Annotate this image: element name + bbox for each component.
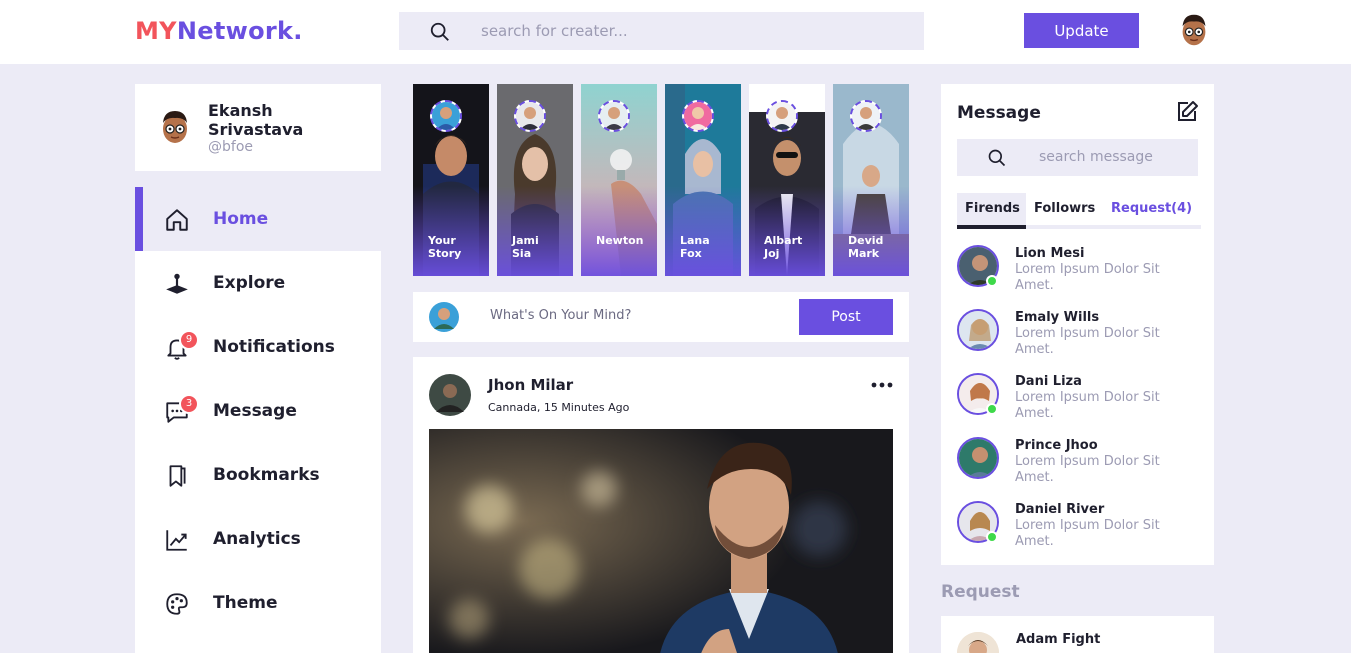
- tab-followers[interactable]: Followrs: [1034, 193, 1095, 229]
- sidebar-item-message[interactable]: 3 Message: [135, 379, 381, 443]
- contact-item[interactable]: Lion Mesi Lorem Ipsum Dolor Sit Amet.: [957, 245, 1197, 301]
- request-card[interactable]: Adam Fight: [941, 616, 1214, 653]
- profile-avatar: [156, 108, 194, 146]
- contact-name: Prince Jhoo: [1015, 438, 1098, 453]
- story-avatar: [430, 100, 462, 132]
- contact-preview: Lorem Ipsum Dolor Sit Amet.: [1015, 454, 1160, 485]
- story-label: Your Story: [428, 234, 462, 260]
- sidebar-item-analytics[interactable]: Analytics: [135, 507, 381, 571]
- contact-item[interactable]: Dani Liza Lorem Ipsum Dolor Sit Amet.: [957, 373, 1197, 429]
- story-label: Newton: [596, 234, 644, 247]
- post-author-name[interactable]: Jhon Milar: [488, 376, 573, 394]
- profile-name: Ekansh Srivastava: [208, 101, 304, 139]
- contact-item[interactable]: Emaly Wills Lorem Ipsum Dolor Sit Amet.: [957, 309, 1197, 365]
- search-icon[interactable]: [429, 21, 451, 43]
- sidebar-item-label: Bookmarks: [213, 465, 320, 485]
- palette-icon: [166, 593, 188, 615]
- creator-search-input[interactable]: [481, 21, 881, 41]
- joystick-icon: [166, 273, 188, 294]
- user-avatar[interactable]: [1175, 11, 1213, 49]
- chart-line-icon: [166, 530, 187, 551]
- creator-search-bar: [399, 12, 924, 50]
- story-card[interactable]: Devid Mark: [833, 84, 909, 276]
- story-label: Jami Sia: [512, 234, 539, 260]
- notification-count-badge: 9: [179, 330, 199, 350]
- messages-title: Message: [957, 103, 1041, 123]
- sidebar-item-label: Message: [213, 401, 297, 421]
- composer-input[interactable]: [490, 308, 790, 323]
- edit-icon[interactable]: [1175, 100, 1199, 124]
- home-icon: [166, 209, 188, 231]
- sidebar-item-label: Home: [213, 209, 269, 229]
- contact-preview: Lorem Ipsum Dolor Sit Amet.: [1015, 390, 1160, 421]
- story-card[interactable]: Lana Fox: [665, 84, 741, 276]
- online-indicator: [986, 275, 998, 287]
- search-icon[interactable]: [987, 148, 1007, 168]
- story-card[interactable]: Newton: [581, 84, 657, 276]
- contact-item[interactable]: Prince Jhoo Lorem Ipsum Dolor Sit Amet.: [957, 437, 1197, 493]
- top-navbar: MYNetwork. Update: [0, 0, 1351, 64]
- tab-requests[interactable]: Request(4): [1111, 193, 1192, 229]
- contact-preview: Lorem Ipsum Dolor Sit Amet.: [1015, 262, 1160, 293]
- story-card[interactable]: Albart Joj: [749, 84, 825, 276]
- sidebar-item-label: Notifications: [213, 337, 335, 357]
- story-label: Lana Fox: [680, 234, 710, 260]
- sidebar-item-bookmarks[interactable]: Bookmarks: [135, 443, 381, 507]
- message-search-input[interactable]: [1039, 149, 1189, 165]
- story-avatar: [514, 100, 546, 132]
- request-avatar: [957, 632, 999, 653]
- request-name: Adam Fight: [1016, 632, 1101, 647]
- online-indicator: [986, 531, 998, 543]
- profile-card[interactable]: Ekansh Srivastava @bfoe: [135, 84, 381, 171]
- message-count-badge: 3: [179, 394, 199, 414]
- post-composer: Post: [413, 292, 909, 342]
- logo-part-1: MY: [135, 17, 177, 45]
- story-avatar: [682, 100, 714, 132]
- request-section-title: Request: [941, 582, 1020, 602]
- sidebar-item-notifications[interactable]: 9 Notifications: [135, 315, 381, 379]
- message-tabs: Firends Followrs Request(4): [957, 193, 1201, 229]
- logo-part-2: Network.: [176, 17, 303, 45]
- contact-preview: Lorem Ipsum Dolor Sit Amet.: [1015, 518, 1160, 549]
- sidebar-item-explore[interactable]: Explore: [135, 251, 381, 315]
- sidebar-item-label: Theme: [213, 593, 278, 613]
- story-card[interactable]: Your Story: [413, 84, 489, 276]
- more-options-icon[interactable]: [870, 377, 894, 393]
- sidebar-item-label: Analytics: [213, 529, 301, 549]
- tab-friends[interactable]: Firends: [957, 193, 1026, 229]
- post-button[interactable]: Post: [799, 299, 893, 335]
- bookmark-icon: [169, 465, 186, 487]
- sidebar-item-home[interactable]: Home: [135, 187, 381, 251]
- post-image[interactable]: [429, 429, 893, 653]
- contact-avatar: [957, 437, 999, 479]
- sidebar-item-theme[interactable]: Theme: [135, 571, 381, 635]
- story-avatar: [598, 100, 630, 132]
- sidebar-item-label: Explore: [213, 273, 286, 293]
- contact-preview: Lorem Ipsum Dolor Sit Amet.: [1015, 326, 1160, 357]
- story-avatar: [850, 100, 882, 132]
- online-indicator: [986, 403, 998, 415]
- post-meta: Cannada, 15 Minutes Ago: [488, 401, 630, 414]
- story-card[interactable]: Jami Sia: [497, 84, 573, 276]
- contact-name: Daniel River: [1015, 502, 1105, 517]
- update-button[interactable]: Update: [1024, 13, 1139, 48]
- author-avatar[interactable]: [429, 374, 471, 416]
- contact-name: Dani Liza: [1015, 374, 1082, 389]
- logo[interactable]: MYNetwork.: [135, 17, 303, 45]
- contact-name: Lion Mesi: [1015, 246, 1085, 261]
- profile-handle: @bfoe: [208, 139, 253, 155]
- story-avatar: [766, 100, 798, 132]
- feed-post: Jhon Milar Cannada, 15 Minutes Ago: [413, 357, 909, 653]
- messages-panel: Message Firends Followrs Request(4) Lion…: [941, 84, 1214, 565]
- sidebar-menu: Home Explore 9 Notifications 3 Message B…: [135, 187, 381, 653]
- story-label: Devid Mark: [848, 234, 884, 260]
- contact-name: Emaly Wills: [1015, 310, 1100, 325]
- message-search-bar: [957, 139, 1198, 176]
- composer-avatar: [429, 302, 459, 332]
- contact-avatar: [957, 309, 999, 351]
- contact-item[interactable]: Daniel River Lorem Ipsum Dolor Sit Amet.: [957, 501, 1197, 557]
- story-label: Albart Joj: [764, 234, 803, 260]
